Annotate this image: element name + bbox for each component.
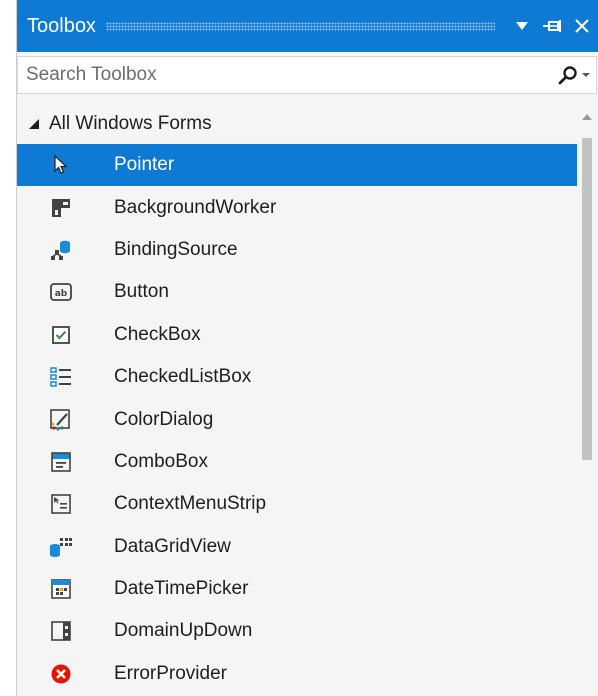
auto-hide-pin-button[interactable] (539, 11, 565, 41)
button-icon: ab (49, 280, 73, 304)
toolbox-item-contextmenustrip[interactable]: ContextMenuStrip (17, 483, 577, 525)
toolbox-list: All Windows Forms Pointer BackgroundWork… (17, 104, 577, 696)
dropdown-arrow-icon (516, 22, 528, 30)
window-title: Toolbox (27, 14, 96, 37)
item-label: DataGridView (114, 535, 231, 557)
item-label: DateTimePicker (114, 578, 249, 600)
item-label: ComboBox (114, 450, 208, 472)
item-label: ContextMenuStrip (114, 493, 267, 515)
binding-source-icon (49, 238, 73, 262)
toolbox-item-checkedlistbox[interactable]: CheckedListBox (17, 356, 577, 398)
group-header-all-windows-forms[interactable]: All Windows Forms (17, 104, 577, 144)
item-label: BindingSource (114, 238, 238, 260)
checked-list-box-icon (49, 365, 73, 389)
data-grid-view-icon (49, 535, 73, 559)
chevron-down-icon (582, 73, 590, 77)
color-dialog-icon (49, 408, 73, 432)
toolbox-item-datetimepicker[interactable]: DateTimePicker (17, 568, 577, 610)
search-input[interactable] (18, 57, 552, 93)
toolbox-titlebar[interactable]: Toolbox (17, 0, 598, 52)
scroll-up-arrow-icon (582, 114, 592, 120)
svg-text:ab: ab (55, 289, 68, 299)
search-bar (17, 56, 597, 94)
toolbox-item-bindingsource[interactable]: BindingSource (17, 229, 577, 271)
toolbox-item-datagridview[interactable]: DataGridView (17, 526, 577, 568)
toolbox-item-colordialog[interactable]: ColorDialog (17, 398, 577, 440)
toolbox-item-backgroundworker[interactable]: BackgroundWorker (17, 186, 577, 228)
group-label: All Windows Forms (49, 113, 212, 134)
vertical-scrollbar[interactable] (577, 104, 597, 696)
toolbox-item-errorprovider[interactable]: ErrorProvider (17, 653, 577, 695)
search-icon (558, 66, 577, 85)
titlebar-drag-grip[interactable] (105, 21, 495, 31)
collapse-triangle-icon[interactable] (25, 115, 43, 133)
checkbox-icon (49, 323, 73, 347)
pointer-icon (49, 153, 73, 177)
scroll-up-button[interactable] (577, 104, 597, 130)
context-menu-strip-icon (49, 492, 73, 516)
item-label: BackgroundWorker (114, 196, 277, 218)
close-button[interactable] (569, 11, 595, 41)
error-provider-icon (49, 662, 73, 686)
item-label: ErrorProvider (114, 662, 227, 684)
close-icon (575, 19, 589, 33)
scroll-thumb[interactable] (582, 138, 592, 460)
item-label: Pointer (114, 154, 175, 176)
pin-icon (543, 20, 561, 32)
toolbox-item-checkbox[interactable]: CheckBox (17, 314, 577, 356)
item-label: ColorDialog (114, 408, 214, 430)
window-options-button[interactable] (509, 11, 535, 41)
date-time-picker-icon (49, 577, 73, 601)
combo-box-icon (49, 450, 73, 474)
toolbox-item-combobox[interactable]: ComboBox (17, 441, 577, 483)
toolbox-item-pointer[interactable]: Pointer (17, 144, 577, 187)
toolbox-item-button[interactable]: ab Button (17, 271, 577, 313)
item-label: Button (114, 281, 169, 303)
item-label: CheckBox (114, 323, 201, 345)
background-worker-icon (49, 196, 73, 220)
item-label: CheckedListBox (114, 366, 252, 388)
domain-up-down-icon (49, 619, 73, 643)
toolbox-window: Toolbox Search Toolbox All Windows Forms… (16, 0, 598, 696)
item-label: DomainUpDown (114, 620, 253, 642)
search-button[interactable] (552, 57, 596, 93)
toolbox-item-domainupdown[interactable]: DomainUpDown (17, 610, 577, 652)
